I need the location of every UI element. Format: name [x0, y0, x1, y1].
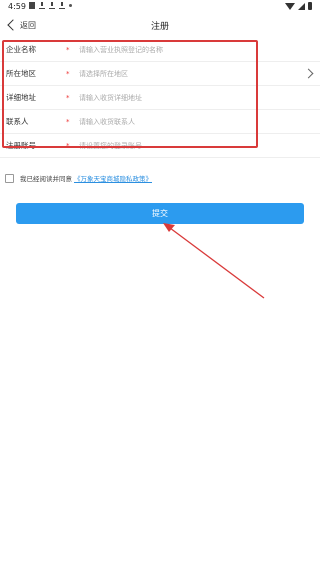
required-mark: *: [66, 93, 70, 102]
agreement-row: 我已经阅读并同意 《万象天宝商城隐私政策》: [5, 172, 152, 184]
download-icon: [39, 2, 45, 9]
annotation-arrow-line: [169, 227, 265, 299]
status-time: 4:59: [8, 2, 26, 11]
form-row-region[interactable]: 所在地区 *: [0, 62, 320, 86]
form-row-address: 详细地址 *: [0, 86, 320, 110]
contact-label: 联系人: [6, 117, 29, 126]
agreement-checkbox[interactable]: [5, 173, 14, 183]
dot-icon: [69, 4, 72, 7]
region-label: 所在地区: [6, 69, 36, 78]
company-name-input[interactable]: [79, 42, 254, 57]
download-icon: [49, 2, 55, 9]
notification-icons: [29, 2, 72, 9]
nav-bar: 返回 注册: [0, 14, 320, 36]
page-title: 注册: [150, 22, 169, 32]
system-icons: [285, 2, 312, 10]
agreement-text: 我已经阅读并同意: [20, 175, 72, 183]
required-mark: *: [66, 141, 70, 150]
address-label: 详细地址: [6, 93, 36, 102]
form-row-account: 注册账号 *: [0, 134, 320, 158]
status-bar: 4:59: [0, 0, 320, 14]
submit-button[interactable]: 提交: [16, 203, 304, 224]
company-name-label: 企业名称: [6, 45, 36, 54]
form-row-company-name: 企业名称 *: [0, 38, 320, 62]
required-mark: *: [66, 117, 70, 126]
account-label: 注册账号: [6, 141, 36, 150]
region-select[interactable]: [79, 66, 254, 81]
signal-icon: [298, 2, 305, 10]
chevron-right-icon[interactable]: [303, 68, 314, 79]
battery-icon: [308, 2, 312, 10]
account-input[interactable]: [79, 138, 254, 153]
privacy-policy-link[interactable]: 《万象天宝商城隐私政策》: [74, 173, 152, 183]
register-form: 企业名称 * 所在地区 * 详细地址 * 联系人 * 注册账号 *: [0, 38, 320, 158]
form-row-contact: 联系人 *: [0, 110, 320, 134]
required-mark: *: [66, 69, 70, 78]
required-mark: *: [66, 45, 70, 54]
wifi-icon: [285, 2, 295, 10]
image-notification-icon: [29, 2, 35, 9]
register-page: 4:59 返回 注册 企业名称 * 所在地区 *: [0, 0, 320, 568]
annotation-arrow-head: [163, 223, 175, 232]
contact-input[interactable]: [79, 114, 254, 129]
address-input[interactable]: [79, 90, 254, 105]
download-icon: [59, 2, 65, 9]
